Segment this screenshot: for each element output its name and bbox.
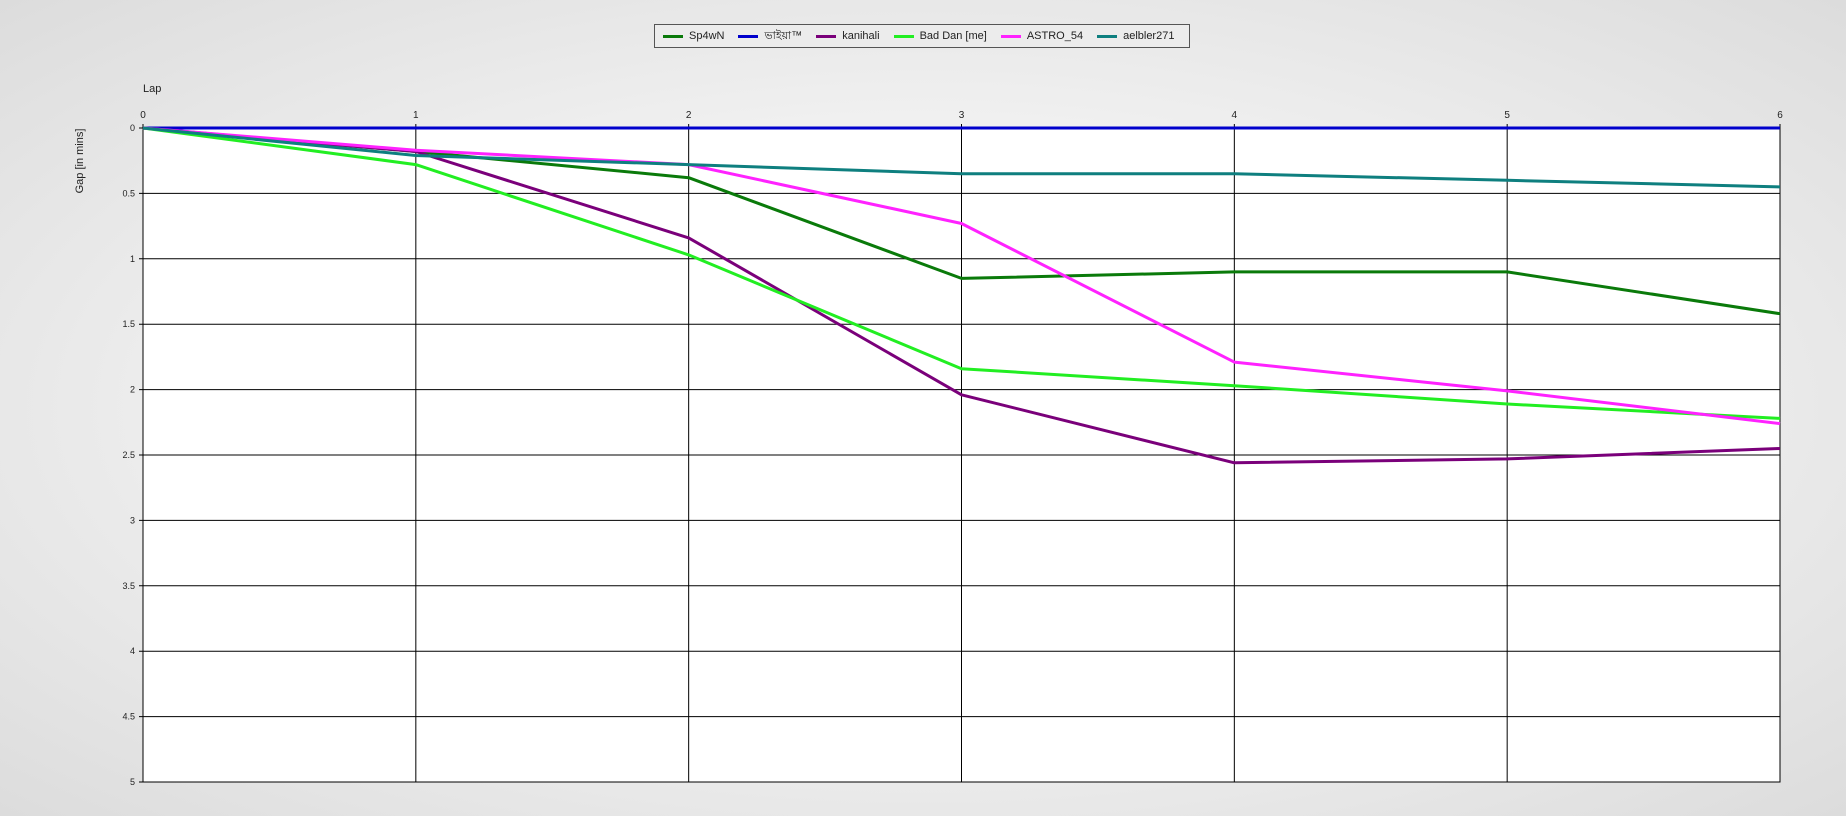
x-tick-label: 4 (1232, 110, 1238, 121)
y-tick-label: 3 (130, 515, 135, 525)
y-tick-label: 4 (130, 646, 135, 656)
y-tick-label: 2.5 (122, 450, 135, 460)
y-tick-label: 4.5 (122, 712, 135, 722)
x-tick-label: 2 (686, 110, 692, 121)
x-tick-label: 0 (140, 110, 146, 121)
x-tick-label: 3 (959, 110, 965, 121)
y-tick-label: 1 (130, 254, 135, 264)
y-tick-label: 1.5 (122, 319, 135, 329)
plot-area: 0 0.5 1 1.5 2 2.5 3 3.5 4 4.5 5 0 1 2 3 4 5 6 Lap Gap [in m… (74, 83, 1783, 787)
lap-gap-chart: Sp4wN ভাইয়া™ kanihali Bad Dan [me] ASTRO_54… (0, 0, 1846, 816)
x-axis-label: Lap (143, 83, 161, 95)
y-axis-label: Gap [in mins] (74, 129, 86, 194)
y-tick-label: 3.5 (122, 581, 135, 591)
y-tick-label: 5 (130, 777, 135, 787)
y-tick-label: 0.5 (122, 188, 135, 198)
x-tick-label: 5 (1504, 110, 1510, 121)
x-tick-label: 1 (413, 110, 419, 121)
y-tick-label: 2 (130, 385, 135, 395)
x-tick-label: 6 (1777, 110, 1783, 121)
y-tick-label: 0 (130, 123, 135, 133)
